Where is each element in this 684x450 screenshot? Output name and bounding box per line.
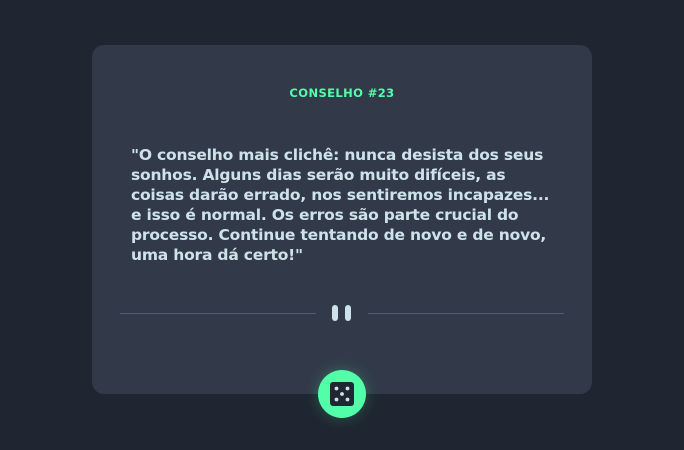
new-advice-button[interactable] xyxy=(318,370,366,418)
advice-card: CONSELHO #23 "O conselho mais clichê: nu… xyxy=(92,45,592,394)
pause-icon xyxy=(332,305,352,321)
divider-line-right xyxy=(368,313,564,314)
advice-text: "O conselho mais clichê: nunca desista d… xyxy=(131,146,550,264)
dice-icon xyxy=(330,382,354,406)
advice-id-label: CONSELHO #23 xyxy=(289,86,395,100)
divider-line-left xyxy=(120,313,316,314)
